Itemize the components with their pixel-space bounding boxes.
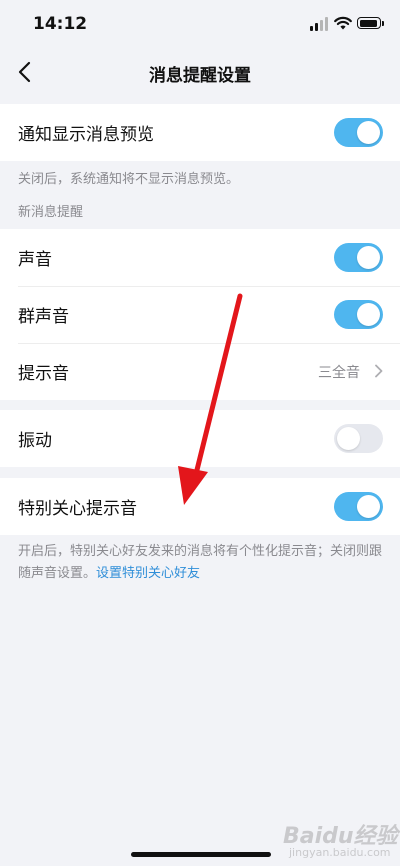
tone-value: 三全音 xyxy=(318,365,360,381)
battery-icon xyxy=(357,17,384,29)
special-care-label: 特别关心提示音 xyxy=(18,499,137,519)
special-care-note: 开启后，特别关心好友发来的消息将有个性化提示音；关闭则跟随声音设置。设置特别关心… xyxy=(18,541,382,585)
wifi-icon xyxy=(334,16,352,30)
preview-label: 通知显示消息预览 xyxy=(18,125,154,145)
chevron-right-icon xyxy=(375,364,383,378)
baidu-jingyan-watermark: Baidu经验 jingyan.baidu.com xyxy=(283,818,398,864)
group-sound-row: 群声音 xyxy=(0,286,400,343)
tone-label: 提示音 xyxy=(18,364,69,384)
sound-toggle[interactable] xyxy=(334,243,383,272)
toggle-knob xyxy=(357,121,380,144)
sound-label: 声音 xyxy=(18,250,52,270)
status-time: 14:12 xyxy=(33,14,88,34)
vibrate-toggle[interactable] xyxy=(334,424,383,453)
toggle-knob xyxy=(357,246,380,269)
vibrate-card: 振动 xyxy=(0,410,400,467)
special-care-row: 特别关心提示音 xyxy=(0,478,400,535)
new-message-card: 声音 群声音 提示音 三全音 xyxy=(0,229,400,400)
set-special-friends-link[interactable]: 设置特别关心好友 xyxy=(96,566,200,581)
page-title: 消息提醒设置 xyxy=(149,66,251,86)
sound-row: 声音 xyxy=(0,229,400,286)
special-care-toggle[interactable] xyxy=(334,492,383,521)
toggle-knob xyxy=(357,303,380,326)
group-sound-toggle[interactable] xyxy=(334,300,383,329)
section-header-new-message: 新消息提醒 xyxy=(18,205,84,220)
toggle-knob xyxy=(337,427,360,450)
preview-toggle[interactable] xyxy=(334,118,383,147)
preview-card: 通知显示消息预览 xyxy=(0,104,400,161)
vibrate-row: 振动 xyxy=(0,410,400,467)
preview-row: 通知显示消息预览 xyxy=(0,104,400,161)
status-bar: 14:12 xyxy=(0,0,400,50)
tone-row[interactable]: 提示音 三全音 xyxy=(0,343,400,400)
watermark-url: jingyan.baidu.com xyxy=(289,846,391,859)
preview-note: 关闭后，系统通知将不显示消息预览。 xyxy=(18,172,240,187)
home-indicator xyxy=(131,852,271,857)
special-care-card: 特别关心提示音 xyxy=(0,478,400,535)
navigation-bar: 消息提醒设置 xyxy=(0,50,400,94)
cellular-signal-icon xyxy=(310,17,330,31)
group-sound-label: 群声音 xyxy=(18,307,69,327)
vibrate-label: 振动 xyxy=(18,431,52,451)
toggle-knob xyxy=(357,495,380,518)
